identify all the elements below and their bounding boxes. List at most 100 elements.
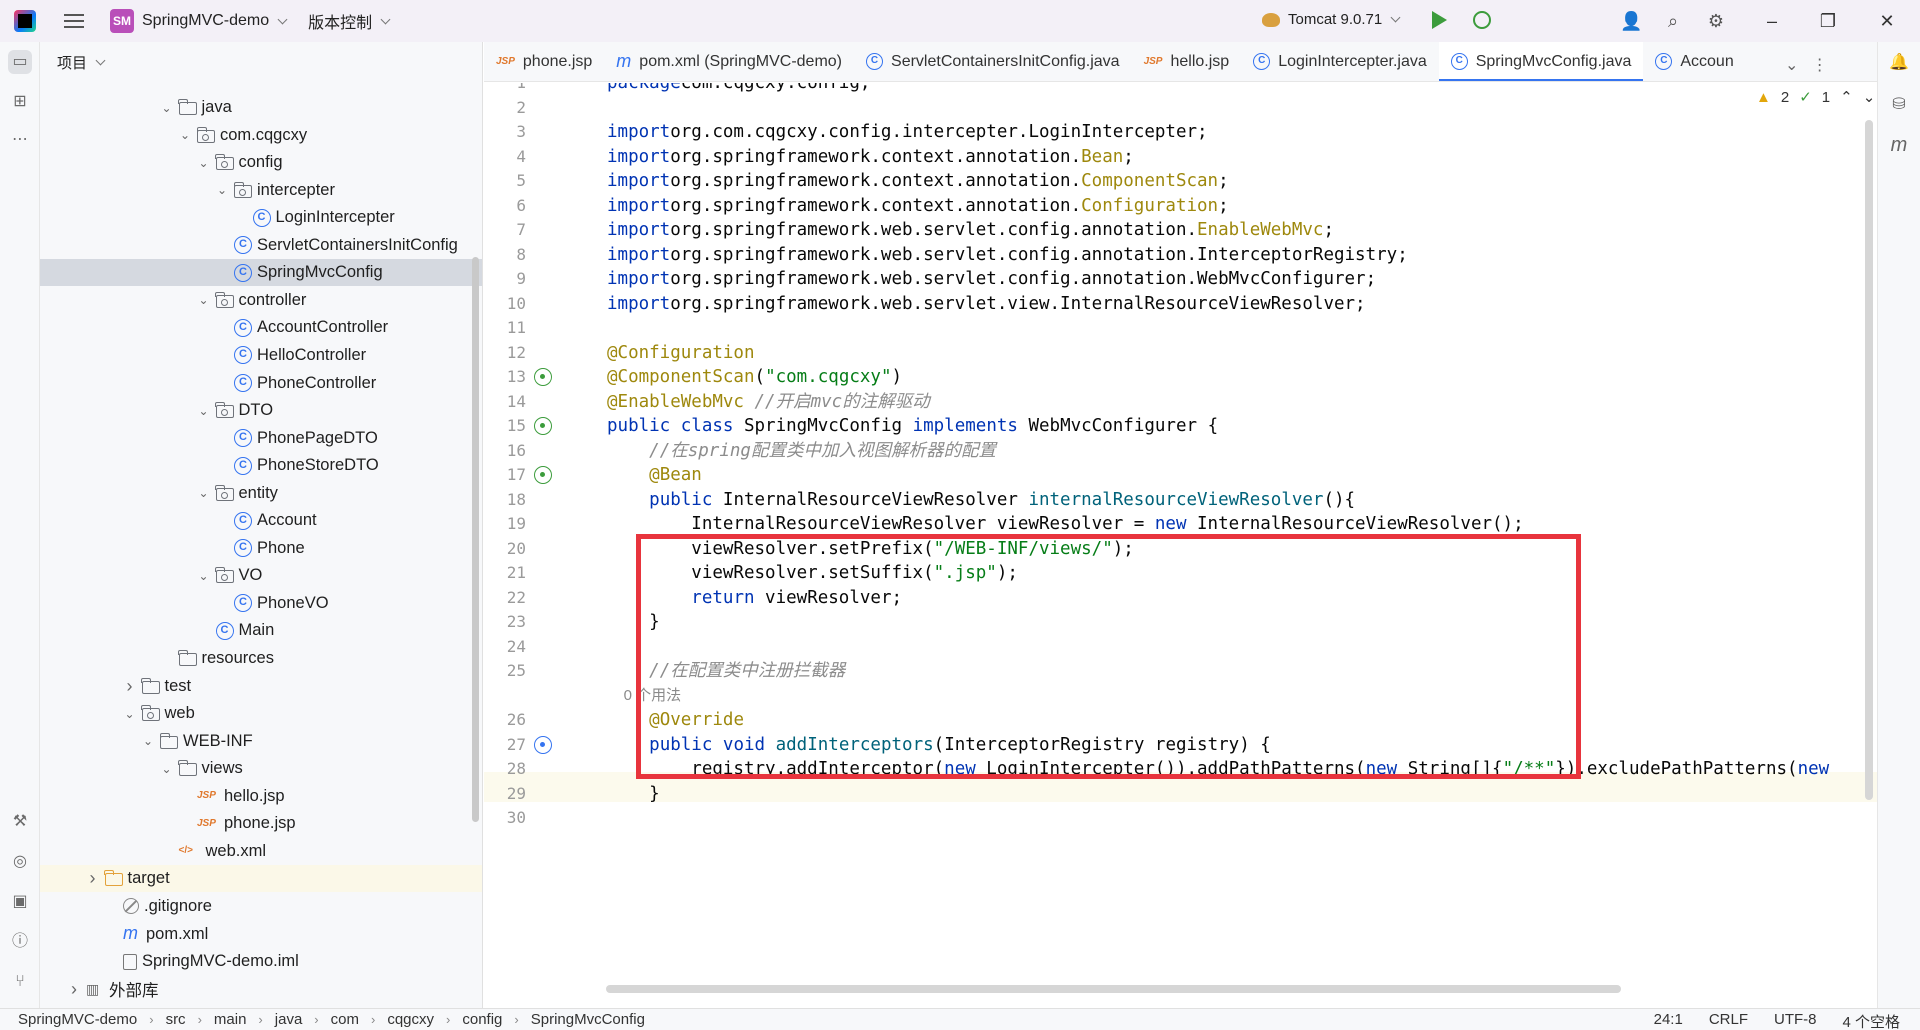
project-scrollbar[interactable] (472, 257, 479, 822)
tree-item[interactable]: C Phone (40, 535, 482, 562)
tree-item[interactable]: › test (40, 673, 482, 700)
chevron-up-icon[interactable]: ⌃ (1840, 88, 1853, 106)
more-tools-icon[interactable]: ⋯ (8, 128, 32, 152)
tree-item[interactable]: ⌄ config (40, 149, 482, 176)
maven-icon[interactable]: m (1888, 134, 1910, 156)
tree-item[interactable]: ⌄ controller (40, 287, 482, 314)
tree-item[interactable]: ⌄ DTO (40, 397, 482, 424)
editor-tab[interactable]: C LoginIntercepter.java (1241, 42, 1439, 81)
maximize-icon[interactable]: ❐ (1813, 8, 1843, 34)
tree-item[interactable]: ⌄ views (40, 755, 482, 782)
chevron-down-icon[interactable]: ⌄ (196, 569, 212, 583)
tree-item[interactable]: › ▥ 外部库 (40, 976, 482, 1003)
editor-tab[interactable]: C ServletContainersInitConfig.java (854, 42, 1132, 81)
tree-item[interactable]: C PhoneVO (40, 590, 482, 617)
editor-vertical-scrollbar[interactable] (1865, 120, 1873, 800)
chevron-down-icon[interactable]: ⌄ (122, 707, 138, 721)
editor-tab[interactable]: C Accoun (1643, 42, 1745, 81)
indent-setting[interactable]: 4 个空格 (1842, 1011, 1900, 1030)
code-line[interactable]: packagecom.cqgcxy.config; (607, 83, 870, 98)
tree-item[interactable]: ⌄ entity (40, 480, 482, 507)
bean-gutter-icon[interactable] (534, 368, 552, 386)
tree-item[interactable]: m pom.xml (40, 921, 482, 948)
line-separator[interactable]: CRLF (1709, 1011, 1748, 1030)
chevron-right-icon[interactable]: › (66, 979, 82, 1000)
caret-position[interactable]: 24:1 (1654, 1011, 1683, 1030)
tree-item[interactable]: C PhoneStoreDTO (40, 452, 482, 479)
project-badge[interactable]: SM (110, 9, 134, 33)
build-icon[interactable]: ⚒ (8, 810, 32, 834)
project-folder-icon[interactable]: ▭ (8, 50, 32, 74)
chevron-down-icon[interactable]: ⌄ (1863, 88, 1876, 106)
debug-icon[interactable] (1473, 11, 1491, 29)
bean-gutter-icon[interactable] (534, 466, 552, 484)
chevron-right-icon[interactable]: › (85, 868, 101, 889)
chevron-down-icon[interactable]: ⌄ (196, 156, 212, 170)
run-icon[interactable] (1432, 11, 1447, 29)
breadcrumb-item[interactable]: cqgcxy (387, 1011, 434, 1028)
tree-item[interactable]: ⌄ VO (40, 562, 482, 589)
chevron-down-icon[interactable]: ⌄ (177, 128, 193, 142)
chevron-down-icon[interactable] (95, 55, 106, 65)
chevron-down-icon[interactable]: ⌄ (214, 183, 230, 197)
project-panel-header[interactable]: 项目 (40, 42, 482, 82)
tree-item[interactable]: </> web.xml (40, 838, 482, 865)
override-gutter-icon[interactable] (534, 735, 552, 754)
structure-icon[interactable]: ⊞ (8, 90, 32, 114)
chevron-right-icon[interactable]: › (122, 676, 138, 697)
tree-item[interactable]: .gitignore (40, 893, 482, 920)
chevron-down-icon[interactable] (277, 14, 288, 24)
tree-item[interactable]: C SpringMvcConfig (40, 259, 482, 287)
breadcrumb-item[interactable]: main (214, 1011, 247, 1028)
tree-item[interactable]: resources (40, 645, 482, 672)
file-encoding[interactable]: UTF-8 (1774, 1011, 1817, 1030)
chevron-down-icon[interactable]: ⌄ (196, 404, 212, 418)
services-icon[interactable]: ◎ (8, 850, 32, 874)
tree-item[interactable]: C ServletContainersInitConfig (40, 232, 482, 259)
minimize-icon[interactable]: – (1757, 8, 1787, 34)
add-user-icon[interactable]: 👤 (1620, 11, 1642, 31)
search-icon[interactable]: ⌕ (1663, 11, 1683, 31)
chevron-down-icon[interactable]: ⌄ (196, 486, 212, 500)
tree-item[interactable]: C PhonePageDTO (40, 425, 482, 452)
tree-item[interactable]: ⌄ java (40, 94, 482, 121)
tree-item[interactable]: SpringMVC-demo.iml (40, 948, 482, 975)
tree-item[interactable]: ⌄ WEB-INF (40, 728, 482, 755)
editor-tab[interactable]: m pom.xml (SpringMVC-demo) (604, 42, 854, 81)
close-icon[interactable]: ✕ (1872, 8, 1902, 34)
main-menu-icon[interactable] (64, 14, 84, 28)
inspection-widget[interactable]: ▲ 2 ✓ 1 ⌃ ⌄ (1756, 88, 1876, 107)
code-line[interactable]: } (607, 779, 660, 809)
breadcrumb-item[interactable]: java (275, 1011, 303, 1028)
chevron-down-icon[interactable]: ⌄ (196, 293, 212, 307)
terminal-icon[interactable]: ▣ (8, 890, 32, 914)
chevron-down-icon[interactable]: ⌄ (159, 101, 175, 115)
editor-tab[interactable]: JSP phone.jsp (484, 42, 604, 81)
tree-item[interactable]: JSP phone.jsp (40, 810, 482, 837)
tree-item[interactable]: ⌄ web (40, 700, 482, 727)
tree-item[interactable]: C LoginIntercepter (40, 204, 482, 231)
breadcrumb-item[interactable]: com (331, 1011, 359, 1028)
chevron-down-icon[interactable]: ⌄ (140, 734, 156, 748)
chevron-down-icon[interactable] (380, 14, 391, 24)
tree-item[interactable]: JSP hello.jsp (40, 783, 482, 810)
tree-item[interactable]: C AccountController (40, 314, 482, 341)
chevron-down-icon[interactable]: ⌄ (159, 762, 175, 776)
vcs-menu[interactable]: 版本控制 (308, 9, 372, 33)
editor-horizontal-scrollbar[interactable] (606, 985, 1621, 993)
editor-tab[interactable]: C SpringMvcConfig.java (1438, 42, 1644, 81)
code-line[interactable]: importorg.springframework.web.servlet.vi… (607, 289, 1366, 319)
tree-item[interactable]: C Main (40, 617, 482, 644)
breadcrumb-item[interactable]: src (166, 1011, 186, 1028)
editor-tab[interactable]: JSP hello.jsp (1132, 42, 1242, 81)
breadcrumb-item[interactable]: config (462, 1011, 502, 1028)
project-name[interactable]: SpringMVC-demo (142, 12, 269, 30)
tree-item[interactable]: ⌄ com.cqgcxy (40, 122, 482, 149)
tree-item[interactable]: C PhoneController (40, 370, 482, 397)
database-icon[interactable]: ⛁ (1888, 94, 1910, 116)
git-icon[interactable]: ⑂ (8, 970, 32, 994)
notifications-icon[interactable]: 🔔 (1888, 52, 1910, 74)
tree-item[interactable]: C HelloController (40, 342, 482, 369)
breadcrumb-item[interactable]: SpringMVC-demo (18, 1011, 137, 1028)
problems-icon[interactable]: ⓘ (8, 930, 32, 954)
